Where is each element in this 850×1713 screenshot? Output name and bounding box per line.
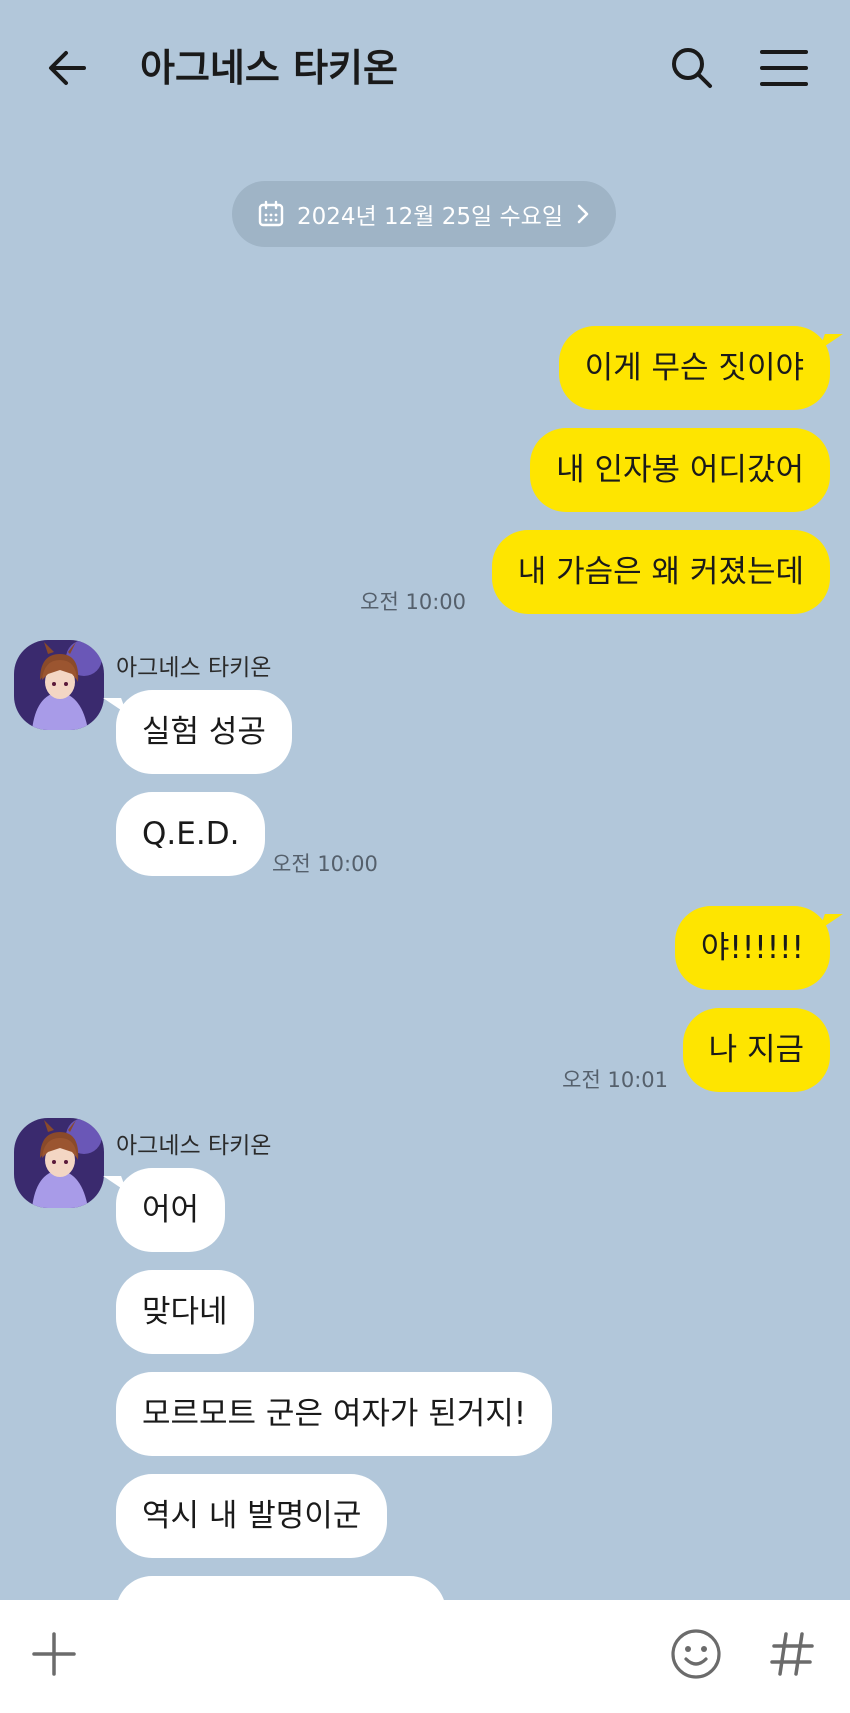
- message-timestamp: 오전 10:00: [272, 852, 378, 876]
- attach-button[interactable]: [28, 1628, 80, 1680]
- chat-title: 아그네스 타키온: [140, 46, 398, 90]
- menu-button[interactable]: [756, 40, 812, 96]
- chevron-right-icon: [577, 204, 589, 224]
- date-divider[interactable]: 2024년 12월 25일 수요일: [232, 181, 616, 247]
- my-message-bubble[interactable]: 이게 무슨 짓이야: [558, 326, 830, 410]
- profile-picture-icon: [14, 1118, 104, 1208]
- search-button[interactable]: [664, 40, 720, 96]
- back-button[interactable]: [40, 40, 96, 96]
- plus-icon: [32, 1632, 76, 1676]
- their-message-bubble[interactable]: 어어: [116, 1168, 226, 1252]
- emoji-icon: [671, 1629, 721, 1679]
- search-icon: [672, 48, 712, 88]
- my-message-bubble[interactable]: 내 가슴은 왜 커졌는데: [491, 530, 830, 614]
- profile-picture-icon: [14, 640, 104, 730]
- message-input-bar: [0, 1600, 850, 1713]
- their-message-bubble[interactable]: 맞다네: [116, 1270, 254, 1354]
- date-label: 2024년 12월 25일 수요일: [297, 204, 563, 230]
- emoji-button[interactable]: [668, 1626, 724, 1682]
- hashtag-search-button[interactable]: [766, 1626, 818, 1682]
- their-message-bubble[interactable]: 실험 성공: [116, 690, 292, 774]
- calendar-icon: [258, 200, 284, 227]
- message-timestamp: 오전 10:00: [360, 590, 466, 614]
- arrow-left-icon: [49, 51, 86, 85]
- my-message-bubble[interactable]: 야!!!!!!: [674, 906, 830, 990]
- chat-header: 아그네스 타키온: [0, 0, 850, 135]
- my-message-bubble[interactable]: 내 인자봉 어디갔어: [530, 428, 830, 512]
- my-message-bubble[interactable]: 나 지금: [682, 1008, 830, 1092]
- sender-name: 아그네스 타키온: [116, 655, 272, 681]
- hamburger-menu-icon: [760, 50, 808, 86]
- avatar[interactable]: [14, 640, 104, 730]
- sender-name: 아그네스 타키온: [116, 1133, 272, 1159]
- avatar[interactable]: [14, 1118, 104, 1208]
- hash-icon: [770, 1632, 814, 1676]
- their-message-bubble[interactable]: 역시 내 발명이군: [116, 1474, 388, 1558]
- their-message-bubble[interactable]: Q.E.D.: [116, 792, 266, 876]
- their-message-bubble[interactable]: 모르모트 군은 여자가 된거지!: [116, 1372, 553, 1456]
- message-timestamp: 오전 10:01: [562, 1068, 668, 1092]
